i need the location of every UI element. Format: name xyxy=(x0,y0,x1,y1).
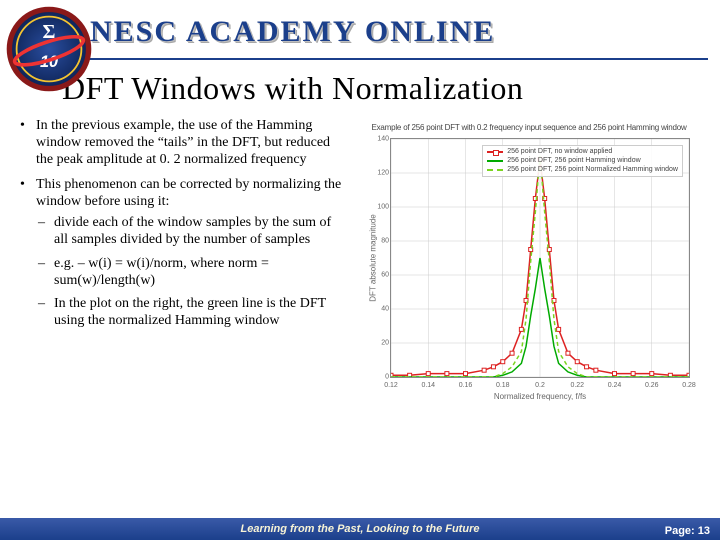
chart-column: Example of 256 point DFT with 0.2 freque… xyxy=(356,117,702,401)
legend-swatch xyxy=(487,151,503,153)
bullet-item: This phenomenon can be corrected by norm… xyxy=(18,176,348,329)
legend-item: 256 point DFT, 256 point Normalized Hamm… xyxy=(487,166,678,175)
banner-title: NESC ACADEMY ONLINE xyxy=(90,15,495,49)
footer: Learning from the Past, Looking to the F… xyxy=(0,518,720,540)
sub-bullet-item: divide each of the window samples by the… xyxy=(36,214,348,248)
legend-label: 256 point DFT, no window applied xyxy=(507,148,612,157)
page-number: Page: 13 xyxy=(665,525,710,537)
body: In the previous example, the use of the … xyxy=(0,107,720,401)
x-axis-label: Normalized frequency, f/fs xyxy=(390,392,690,401)
chart: Example of 256 point DFT with 0.2 freque… xyxy=(368,123,690,401)
legend-label: 256 point DFT, 256 point Normalized Hamm… xyxy=(507,166,678,175)
legend: 256 point DFT, no window applied 256 poi… xyxy=(482,145,683,177)
sub-bullet-list: divide each of the window samples by the… xyxy=(36,210,348,328)
footer-text: Learning from the Past, Looking to the F… xyxy=(241,523,480,535)
text-column: In the previous example, the use of the … xyxy=(18,117,348,401)
plot-area: DFT absolute magnitude 256 point DFT, no… xyxy=(390,138,690,378)
legend-swatch xyxy=(487,169,503,171)
bullet-text: This phenomenon can be corrected by norm… xyxy=(36,177,341,209)
bullet-list: In the previous example, the use of the … xyxy=(18,117,348,329)
slide: NESC ACADEMY ONLINE Σ 10 DFT Windows wit… xyxy=(0,0,720,540)
nesc-logo: Σ 10 xyxy=(4,4,94,94)
legend-swatch xyxy=(487,160,503,162)
header: NESC ACADEMY ONLINE xyxy=(0,0,720,64)
sub-bullet-item: In the plot on the right, the green line… xyxy=(36,295,348,329)
header-rule xyxy=(58,58,708,60)
sub-bullet-item: e.g. – w(i) = w(i)/norm, where norm = su… xyxy=(36,255,348,289)
slide-title: DFT Windows with Normalization xyxy=(0,64,720,107)
chart-title: Example of 256 point DFT with 0.2 freque… xyxy=(368,123,690,132)
legend-item: 256 point DFT, no window applied xyxy=(487,148,678,157)
y-axis-label: DFT absolute magnitude xyxy=(369,214,378,301)
legend-item: 256 point DFT, 256 point Hamming window xyxy=(487,157,678,166)
legend-label: 256 point DFT, 256 point Hamming window xyxy=(507,157,640,166)
bullet-item: In the previous example, the use of the … xyxy=(18,117,348,168)
